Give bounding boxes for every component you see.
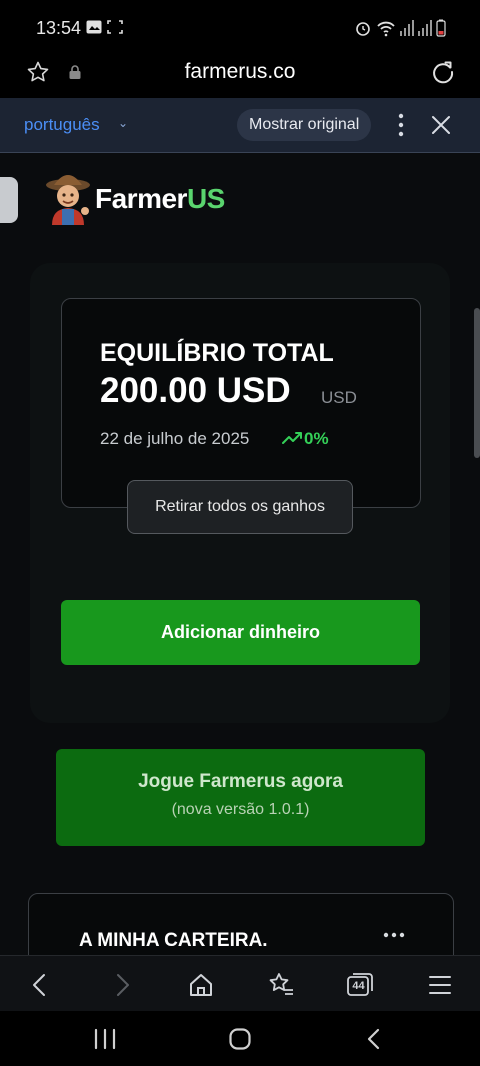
battery-icon — [436, 19, 446, 37]
tabs-count: 44 — [352, 980, 365, 992]
system-back-icon[interactable] — [364, 1027, 384, 1051]
status-bar: 13:54 — [0, 0, 480, 56]
tabs-button[interactable]: 44 — [345, 970, 375, 1000]
more-horizontal-icon[interactable] — [383, 932, 405, 938]
trend-value: 0% — [304, 429, 329, 448]
system-nav-bar — [0, 1011, 480, 1066]
more-vertical-icon[interactable] — [396, 112, 406, 138]
translate-bar: português ⌄ Mostrar original — [0, 98, 480, 153]
show-original-button[interactable]: Mostrar original — [237, 109, 372, 141]
screenshot-icon — [107, 20, 123, 34]
recents-icon[interactable] — [92, 1028, 118, 1050]
farmer-logo-icon — [46, 175, 90, 225]
home-icon[interactable] — [186, 970, 216, 1000]
play-now-label: Jogue Farmerus agora — [138, 771, 343, 792]
web-page: FarmerUS EQUILÍBRIO TOTAL 200.00 USD USD… — [0, 153, 480, 955]
brand-name-part1: Farmer — [95, 183, 187, 214]
play-version-label: (nova versão 1.0.1) — [171, 801, 310, 818]
balance-amount: 200.00 USD — [100, 371, 291, 410]
brand-name-part2: US — [186, 183, 225, 214]
home-circle-icon[interactable] — [228, 1027, 252, 1051]
withdraw-earnings-button[interactable]: Retirar todos os ganhos — [127, 480, 353, 534]
signal-icon — [418, 20, 432, 36]
play-now-button[interactable]: Jogue Farmerus agora (nova versão 1.0.1) — [56, 749, 425, 846]
reload-icon[interactable] — [430, 59, 456, 85]
url-text[interactable]: farmerus.co — [0, 60, 480, 84]
scrollbar[interactable] — [474, 308, 480, 458]
chevron-down-icon[interactable]: ⌄ — [118, 116, 128, 130]
add-money-button[interactable]: Adicionar dinheiro — [61, 600, 420, 665]
close-icon[interactable] — [430, 114, 452, 136]
menu-icon[interactable] — [425, 970, 455, 1000]
browser-bottom-nav: 44 — [0, 955, 480, 1012]
gallery-icon — [86, 20, 102, 34]
brand-name[interactable]: FarmerUS — [95, 183, 225, 215]
signal-icon — [400, 20, 414, 36]
browser-url-bar: farmerus.co — [0, 56, 480, 98]
wallet-card: A MINHA CARTEIRA. — [28, 893, 454, 955]
translate-language[interactable]: português — [24, 115, 100, 135]
balance-date: 22 de julho de 2025 — [100, 429, 250, 448]
balance-title: EQUILÍBRIO TOTAL — [100, 339, 334, 367]
status-time: 13:54 — [36, 18, 82, 38]
wallet-title: A MINHA CARTEIRA. — [79, 930, 268, 951]
side-panel-handle[interactable] — [0, 177, 18, 223]
balance-trend: 0% — [282, 429, 329, 449]
balance-currency: USD — [321, 388, 357, 407]
bookmarks-icon[interactable] — [266, 970, 296, 1000]
forward-icon[interactable] — [107, 970, 137, 1000]
wifi-icon — [377, 21, 395, 37]
alarm-icon — [356, 22, 370, 36]
balance-card: EQUILÍBRIO TOTAL 200.00 USD USD 22 de ju… — [61, 298, 421, 508]
back-icon[interactable] — [25, 970, 55, 1000]
trend-up-icon — [282, 432, 302, 444]
